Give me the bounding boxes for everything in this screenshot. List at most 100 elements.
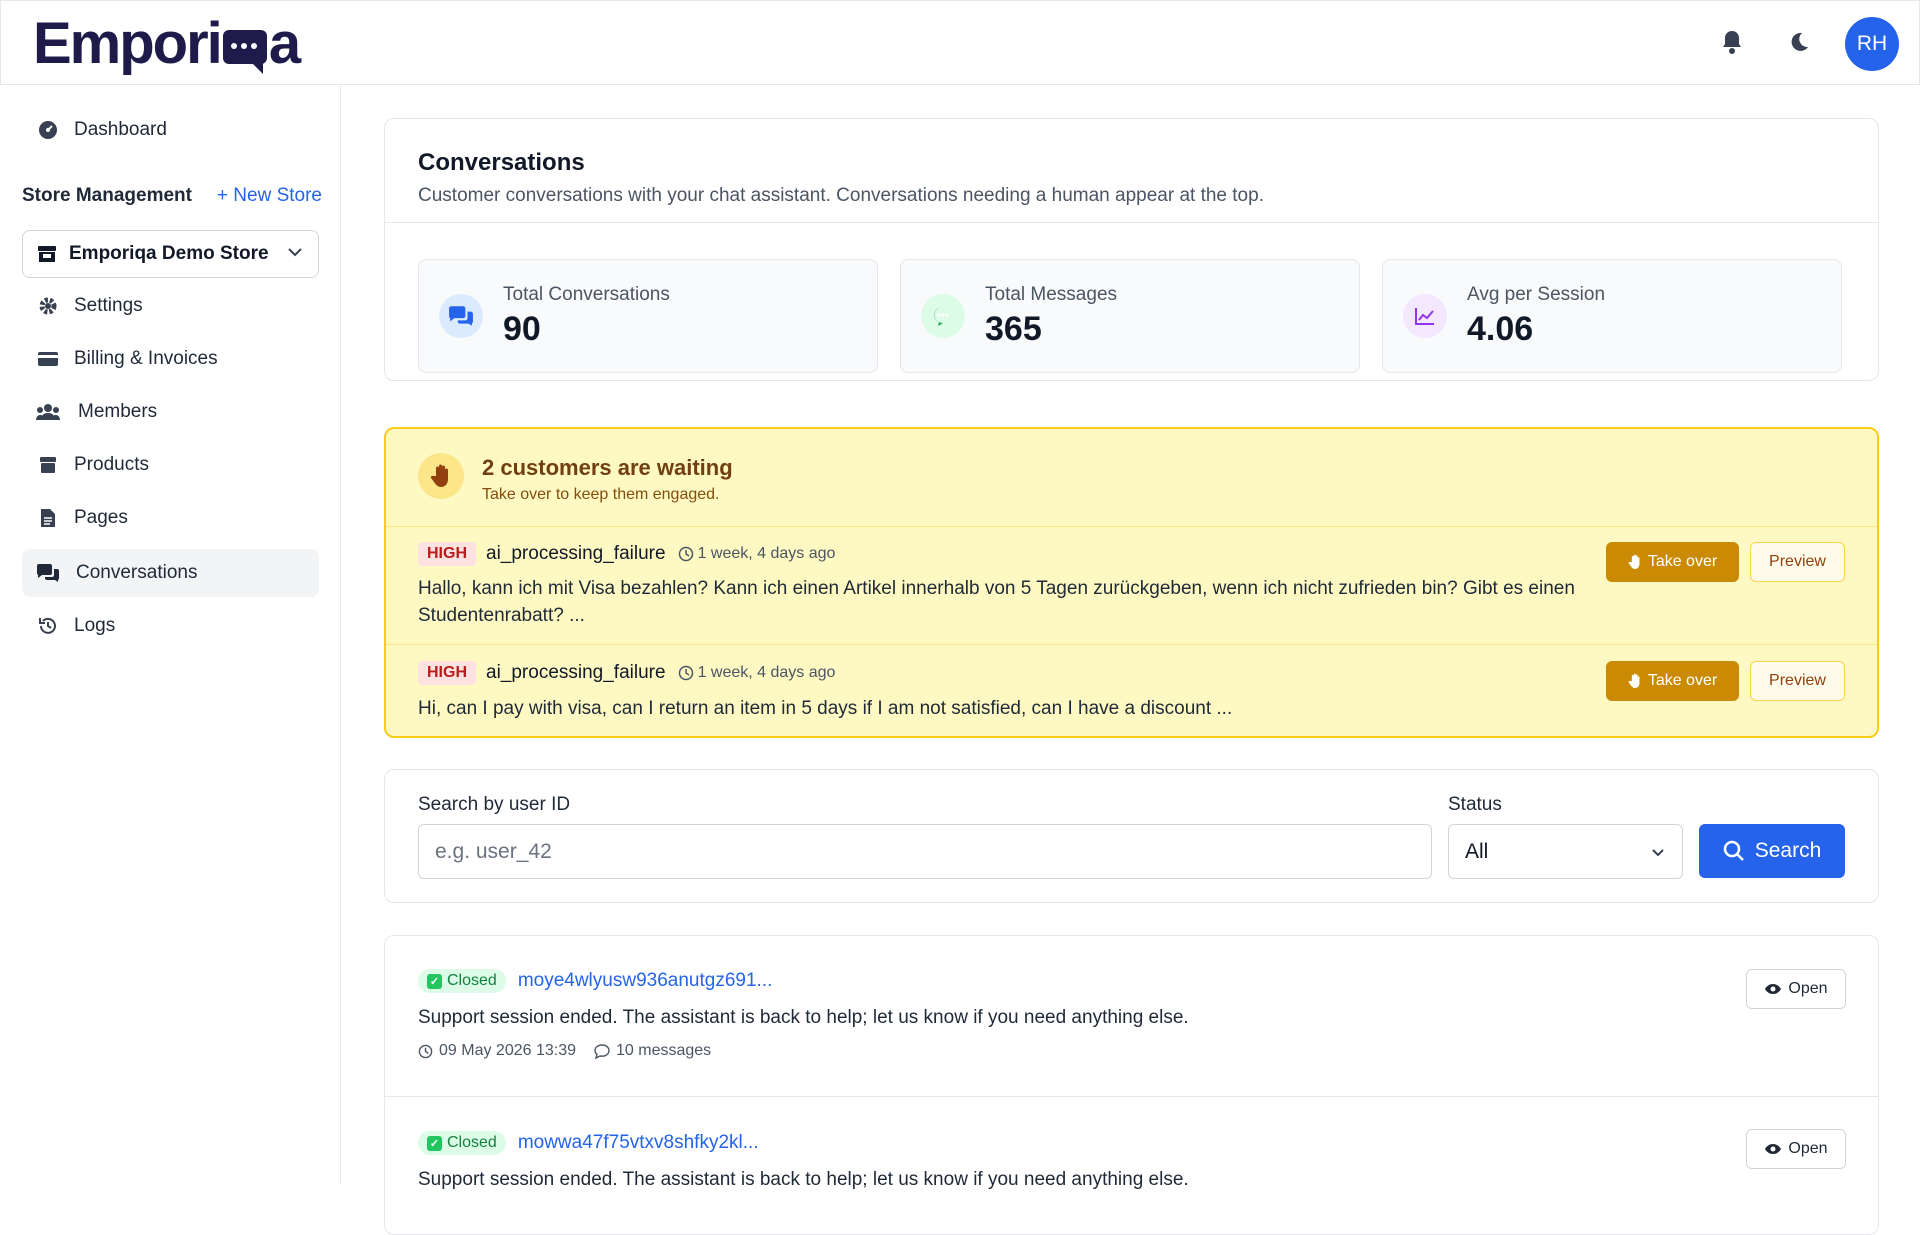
- store-selector[interactable]: Emporiqa Demo Store: [22, 230, 319, 278]
- search-filter-card: Search by user ID Status All Search: [384, 769, 1879, 903]
- page-title: Conversations: [418, 149, 585, 176]
- waiting-row: HIGH ai_processing_failure 1 week, 4 day…: [386, 527, 1877, 645]
- status-select-value: All: [1465, 839, 1489, 863]
- take-over-button[interactable]: Take over: [1606, 661, 1739, 701]
- clock-icon: [678, 546, 694, 562]
- sidebar-item-label: Pages: [74, 507, 128, 528]
- hand-icon: [1628, 554, 1642, 570]
- stat-total-conversations: Total Conversations 90: [418, 259, 878, 373]
- logo-text-end: a: [268, 10, 301, 76]
- conversation-item[interactable]: ✓ Closed moye4wlyusw936anutgz691... Suppo…: [385, 936, 1878, 1097]
- page-subtitle: Customer conversations with your chat as…: [418, 185, 1264, 206]
- new-store-link[interactable]: + New Store: [217, 185, 322, 207]
- store-management-title: Store Management: [22, 185, 192, 206]
- main-content: Conversations Customer conversations wit…: [341, 85, 1920, 1235]
- check-icon: ✓: [427, 973, 442, 989]
- sidebar-item-label: Billing & Invoices: [74, 348, 218, 369]
- status-select[interactable]: All: [1448, 824, 1683, 879]
- chat-icon: [36, 561, 60, 585]
- user-id-search-input[interactable]: [418, 824, 1432, 879]
- credit-card-icon: [36, 347, 60, 371]
- conversations-overview-card: Conversations Customer conversations wit…: [384, 118, 1879, 381]
- moon-icon[interactable]: [1782, 25, 1816, 59]
- message-dots-icon: [921, 294, 965, 338]
- open-conversation-button[interactable]: Open: [1746, 1129, 1846, 1169]
- user-avatar[interactable]: RH: [1845, 17, 1899, 71]
- stat-value: 90: [503, 309, 541, 348]
- box-icon: [36, 453, 60, 477]
- eye-icon: [1764, 1143, 1782, 1155]
- conversation-id-link[interactable]: moye4wlyusw936anutgz691...: [518, 970, 773, 992]
- priority-badge: HIGH: [418, 661, 476, 685]
- chevron-down-icon: [1650, 844, 1666, 860]
- conversation-last-message: Support session ended. The assistant is …: [418, 1007, 1189, 1028]
- sidebar-item-dashboard[interactable]: Dashboard: [22, 106, 319, 154]
- open-label: Open: [1788, 1140, 1828, 1157]
- preview-button[interactable]: Preview: [1750, 661, 1845, 701]
- divider: [385, 222, 1878, 223]
- search-button-label: Search: [1754, 839, 1822, 862]
- logo-bubble-icon: [222, 30, 267, 74]
- sidebar-item-conversations[interactable]: Conversations: [22, 549, 319, 597]
- waiting-customers-alert: 2 customers are waiting Take over to kee…: [384, 427, 1879, 738]
- message-count: 10 messages: [616, 1042, 712, 1059]
- waiting-reason: ai_processing_failure: [486, 543, 666, 564]
- preview-button[interactable]: Preview: [1750, 542, 1845, 582]
- status-badge: ✓ Closed: [418, 1131, 506, 1155]
- stat-total-messages: Total Messages 365: [900, 259, 1360, 373]
- sidebar-item-label: Settings: [74, 295, 143, 316]
- waiting-header: 2 customers are waiting Take over to kee…: [386, 429, 1877, 527]
- bell-icon[interactable]: [1715, 25, 1749, 59]
- take-over-button[interactable]: Take over: [1606, 542, 1739, 582]
- hand-icon: [1628, 673, 1642, 689]
- conversation-id-link[interactable]: mowwa47f75vtxv8shfky2kl...: [518, 1132, 759, 1154]
- emporiqa-logo[interactable]: Empori a: [33, 10, 301, 76]
- store-icon: [37, 245, 57, 263]
- check-icon: ✓: [427, 1135, 442, 1151]
- waiting-reason: ai_processing_failure: [486, 662, 666, 683]
- search-button[interactable]: Search: [1699, 824, 1845, 878]
- open-conversation-button[interactable]: Open: [1746, 969, 1846, 1009]
- conversation-date: 09 May 2026 13:39: [439, 1042, 576, 1059]
- logo-text-start: Empori: [33, 10, 223, 76]
- conversation-list: ✓ Closed moye4wlyusw936anutgz691... Suppo…: [384, 935, 1879, 1235]
- top-header: Empori a RH: [0, 0, 1920, 85]
- sidebar-item-label: Conversations: [76, 562, 198, 583]
- search-label: Search by user ID: [418, 794, 571, 815]
- stat-label: Avg per Session: [1467, 283, 1606, 305]
- chevron-down-icon: [286, 243, 304, 267]
- history-icon: [36, 614, 60, 638]
- conversation-last-message: Support session ended. The assistant is …: [418, 1169, 1189, 1190]
- message-count-icon: [594, 1043, 610, 1059]
- waiting-subtitle: Take over to keep them engaged.: [482, 486, 720, 503]
- sidebar-item-settings[interactable]: Settings: [22, 282, 319, 330]
- hand-icon: [418, 453, 464, 499]
- sidebar-item-billing[interactable]: Billing & Invoices: [22, 335, 319, 383]
- sidebar-item-label: Members: [78, 401, 158, 422]
- trend-chart-icon: [1403, 294, 1447, 338]
- waiting-message: Hallo, kann ich mit Visa bezahlen? Kann …: [418, 578, 1575, 626]
- clock-icon: [678, 665, 694, 681]
- sidebar-item-products[interactable]: Products: [22, 441, 319, 489]
- status-badge-label: Closed: [447, 1134, 497, 1151]
- store-selected-name: Emporiqa Demo Store: [69, 243, 269, 264]
- sidebar-item-pages[interactable]: Pages: [22, 494, 319, 542]
- conversation-item[interactable]: ✓ Closed mowwa47f75vtxv8shfky2kl... Suppo…: [385, 1097, 1878, 1234]
- sidebar-item-logs[interactable]: Logs: [22, 602, 319, 650]
- sidebar-item-members[interactable]: Members: [22, 388, 319, 436]
- stat-label: Total Messages: [985, 283, 1118, 305]
- open-label: Open: [1788, 980, 1828, 997]
- stat-label: Total Conversations: [503, 283, 670, 305]
- search-icon: [1723, 840, 1745, 862]
- waiting-row: HIGH ai_processing_failure 1 week, 4 day…: [386, 645, 1877, 736]
- waiting-time: 1 week, 4 days ago: [697, 664, 836, 681]
- waiting-message: Hi, can I pay with visa, can I return an…: [418, 698, 1233, 719]
- stat-avg-per-session: Avg per Session 4.06: [1382, 259, 1842, 373]
- sidebar: Dashboard Store Management + New Store E…: [0, 85, 341, 1185]
- users-icon: [36, 400, 60, 424]
- sidebar-item-label: Dashboard: [74, 119, 167, 140]
- take-over-label: Take over: [1647, 553, 1718, 570]
- priority-badge: HIGH: [418, 542, 476, 566]
- gear-icon: [36, 294, 60, 318]
- stat-value: 365: [985, 309, 1042, 348]
